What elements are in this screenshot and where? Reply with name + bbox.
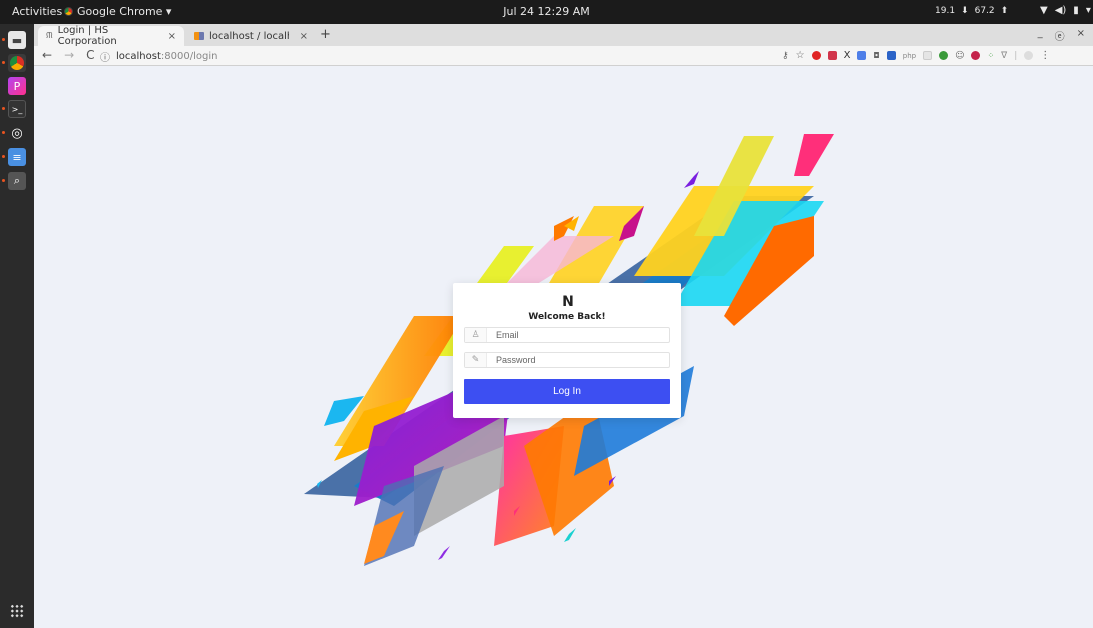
tab-title: localhost / localhost / po — [208, 30, 289, 42]
email-field[interactable]: ♙ — [464, 327, 670, 343]
tab-strip: ᙏ Login | HS Corporation × localhost / l… — [34, 24, 1093, 47]
download-icon[interactable] — [886, 51, 896, 60]
user-icon: ♙ — [465, 328, 487, 342]
settings-icon[interactable]: ◎ — [8, 124, 26, 142]
net-down-speed: 19.1 — [935, 6, 956, 16]
smiley-icon[interactable]: ☺ — [955, 51, 964, 61]
chevron-down-icon: ▾ — [1085, 5, 1091, 16]
window-controls: _ ⓔ × — [1038, 28, 1085, 43]
extension-bar: ⚷ ☆ X ◘ php ☺ ⁘ ∇ | ⋮ — [782, 50, 1050, 61]
net-up-speed: 67.2 — [974, 6, 995, 16]
running-indicator — [2, 38, 5, 41]
close-tab-icon[interactable]: × — [168, 31, 176, 42]
brand-logo: N — [562, 294, 574, 310]
nav-buttons: ← → C — [42, 48, 95, 62]
translate-icon[interactable] — [857, 51, 867, 60]
blank-extension-icon[interactable] — [923, 51, 933, 60]
browser-window: ᙏ Login | HS Corporation × localhost / l… — [34, 24, 1093, 628]
welcome-heading: Welcome Back! — [528, 312, 606, 322]
reload-icon[interactable]: C — [86, 48, 94, 62]
green-extension-icon[interactable] — [939, 51, 949, 60]
php-icon[interactable]: php — [903, 52, 916, 60]
battery-icon: ▮ — [1073, 5, 1079, 16]
desktop: Activities Google Chrome ▾ Jul 24 12:29 … — [0, 0, 1093, 628]
running-indicator — [2, 155, 5, 158]
image-viewer-icon[interactable]: ⌕ — [8, 172, 26, 190]
back-arrow-icon[interactable]: ← — [42, 48, 52, 62]
tab-title: Login | HS Corporation — [57, 25, 117, 47]
adblock-icon[interactable] — [811, 51, 821, 60]
email-input[interactable] — [487, 330, 667, 340]
new-tab-button[interactable]: + — [320, 27, 331, 42]
red-extension-icon[interactable] — [971, 51, 981, 60]
tab-login[interactable]: ᙏ Login | HS Corporation × — [38, 25, 184, 47]
profile-icon[interactable] — [1024, 51, 1034, 60]
upload-arrow-icon: ⬆ — [1000, 6, 1009, 16]
grid-extension-icon[interactable]: ⁘ — [987, 51, 994, 60]
password-field[interactable]: ✎ — [464, 352, 670, 368]
address-bar[interactable]: ⓘ localhost:8000/login — [100, 49, 217, 64]
x-extension-icon[interactable]: X — [844, 50, 851, 61]
show-applications-icon[interactable] — [10, 604, 24, 618]
clock[interactable]: Jul 24 12:29 AM — [0, 5, 1093, 18]
login-button[interactable]: Log In — [464, 379, 670, 404]
system-tray[interactable]: ▼ ◀) ▮ ▾ — [1040, 5, 1091, 16]
system-top-bar: Activities Google Chrome ▾ Jul 24 12:29 … — [0, 0, 1093, 24]
menu-kebab-icon[interactable]: ⋮ — [1040, 50, 1050, 61]
terminal-icon[interactable]: >_ — [8, 100, 26, 118]
running-indicator — [2, 131, 5, 134]
chrome-icon[interactable] — [8, 54, 26, 72]
volume-icon: ◀) — [1054, 5, 1067, 16]
url-host: localhost — [116, 51, 161, 62]
close-window-button[interactable]: × — [1077, 28, 1085, 43]
minimize-button[interactable]: _ — [1038, 28, 1043, 43]
pencil-icon: ✎ — [465, 353, 487, 367]
page-content: N Welcome Back! ♙ ✎ Log In — [34, 66, 1093, 628]
hs-favicon-icon: ᙏ — [46, 31, 53, 40]
extension-icon[interactable] — [827, 51, 837, 60]
phpstorm-icon[interactable]: P — [8, 77, 26, 95]
login-card: N Welcome Back! ♙ ✎ Log In — [453, 283, 681, 418]
running-indicator — [2, 61, 5, 64]
url-path: :8000/login — [160, 51, 218, 62]
password-input[interactable] — [487, 355, 667, 365]
tab-phpmyadmin[interactable]: localhost / localhost / po × — [186, 26, 316, 46]
camera-icon[interactable]: ◘ — [873, 51, 879, 60]
bookmark-star-icon[interactable]: ☆ — [796, 50, 805, 61]
restore-button[interactable]: ⓔ — [1055, 28, 1065, 43]
wifi-icon: ▼ — [1040, 5, 1048, 16]
close-tab-icon[interactable]: × — [300, 31, 308, 42]
dock: ▬ P >_ ◎ ≡ ⌕ — [0, 24, 34, 628]
info-icon[interactable]: ⓘ — [100, 49, 110, 64]
forward-arrow-icon[interactable]: → — [64, 48, 74, 62]
running-indicator — [2, 107, 5, 110]
files-icon[interactable]: ▬ — [8, 31, 26, 49]
text-editor-icon[interactable]: ≡ — [8, 148, 26, 166]
phpmyadmin-favicon-icon — [194, 32, 204, 40]
download-arrow-icon: ⬇ — [961, 6, 969, 16]
divider: | — [1014, 50, 1018, 61]
running-indicator — [2, 179, 5, 182]
key-icon[interactable]: ⚷ — [782, 51, 789, 61]
browser-toolbar: ← → C ⓘ localhost:8000/login ⚷ ☆ X ◘ php — [34, 46, 1093, 66]
net-speed-indicator: 19.1 ⬇ 67.2 ⬆ — [935, 6, 1008, 16]
vue-devtools-icon[interactable]: ∇ — [1001, 51, 1007, 61]
